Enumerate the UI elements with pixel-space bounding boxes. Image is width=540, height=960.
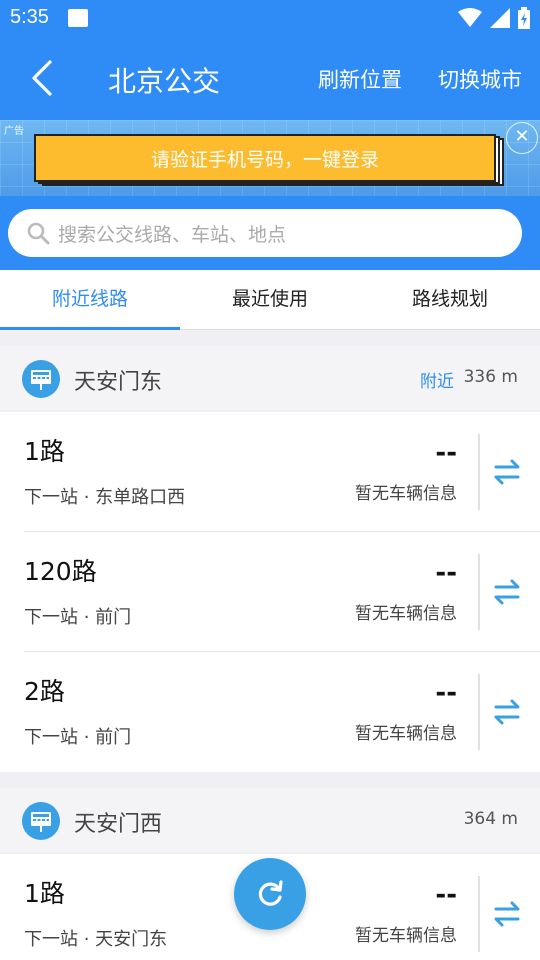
refresh-icon xyxy=(258,880,283,906)
nearby-label: 附近 xyxy=(420,372,454,392)
route-row[interactable]: 120路 下一站 · 前门 -- 暂无车辆信息 xyxy=(0,532,540,652)
route-row[interactable]: 2路 下一站 · 前门 -- 暂无车辆信息 xyxy=(0,652,540,772)
app-bar: 北京公交 刷新位置 切换城市 xyxy=(0,36,540,120)
status-icons xyxy=(458,6,530,30)
search-input[interactable]: 搜索公交线路、车站、地点 xyxy=(8,209,522,257)
route-eta: -- xyxy=(435,678,457,708)
switch-direction-icon[interactable] xyxy=(492,578,522,606)
route-next-stop: 下一站 · 天安门东 xyxy=(24,929,168,950)
station-header[interactable]: 天安门东 附近 336 m xyxy=(0,346,540,410)
back-arrow-icon[interactable] xyxy=(24,58,60,98)
ad-tag: 广告 xyxy=(4,126,24,137)
search-placeholder: 搜索公交线路、车站、地点 xyxy=(58,224,287,246)
bus-stop-icon xyxy=(22,360,60,398)
station-header[interactable]: 天安门西 364 m xyxy=(0,788,540,852)
route-name: 1路 xyxy=(24,879,65,908)
switch-direction-icon[interactable] xyxy=(492,458,522,486)
status-bar: 5:35 xyxy=(0,0,540,36)
route-name: 2路 xyxy=(24,677,65,706)
route-vehicle-info: 暂无车辆信息 xyxy=(355,484,457,504)
station-distance: 364 m xyxy=(463,809,518,829)
image-icon xyxy=(68,9,88,27)
ad-login-text: 请验证手机号码，一键登录 xyxy=(150,148,379,171)
route-eta: -- xyxy=(435,438,457,468)
tab-bar: 附近线路 最近使用 路线规划 xyxy=(0,270,540,330)
route-next-stop: 下一站 · 东单路口西 xyxy=(24,487,186,508)
battery-charging-icon xyxy=(518,7,530,29)
route-next-stop: 下一站 · 前门 xyxy=(24,727,132,748)
close-icon[interactable]: ✕ xyxy=(506,122,538,154)
route-name: 1路 xyxy=(24,437,65,466)
switch-direction-icon[interactable] xyxy=(492,698,522,726)
tab-route-planning[interactable]: 路线规划 xyxy=(360,270,540,330)
signal-icon xyxy=(490,8,510,28)
route-vehicle-info: 暂无车辆信息 xyxy=(355,604,457,624)
refresh-fab-button[interactable] xyxy=(234,858,306,930)
route-name: 120路 xyxy=(24,557,97,586)
switch-direction-icon[interactable] xyxy=(492,900,522,928)
page-title: 北京公交 xyxy=(108,65,221,98)
tab-recent[interactable]: 最近使用 xyxy=(180,270,360,330)
station-name: 天安门东 xyxy=(74,370,163,395)
switch-city-button[interactable]: 切换城市 xyxy=(438,64,522,94)
route-eta: -- xyxy=(435,880,457,910)
station-distance: 336 m xyxy=(463,367,518,387)
route-row[interactable]: 1路 下一站 · 东单路口西 -- 暂无车辆信息 xyxy=(0,412,540,532)
station-name: 天安门西 xyxy=(74,812,163,837)
status-time: 5:35 xyxy=(10,6,49,28)
tab-nearby-routes[interactable]: 附近线路 xyxy=(0,270,180,330)
ad-login-button[interactable]: 请验证手机号码，一键登录 xyxy=(34,134,504,186)
route-vehicle-info: 暂无车辆信息 xyxy=(355,724,457,744)
ad-banner[interactable]: 广告 请验证手机号码，一键登录 ✕ xyxy=(0,120,540,196)
search-icon xyxy=(27,222,50,245)
refresh-location-button[interactable]: 刷新位置 xyxy=(318,64,402,94)
wifi-icon xyxy=(458,8,482,27)
route-eta: -- xyxy=(435,558,457,588)
bus-stop-icon xyxy=(22,802,60,840)
search-bar-area: 搜索公交线路、车站、地点 xyxy=(0,196,540,270)
route-next-stop: 下一站 · 前门 xyxy=(24,607,132,628)
route-vehicle-info: 暂无车辆信息 xyxy=(355,926,457,946)
